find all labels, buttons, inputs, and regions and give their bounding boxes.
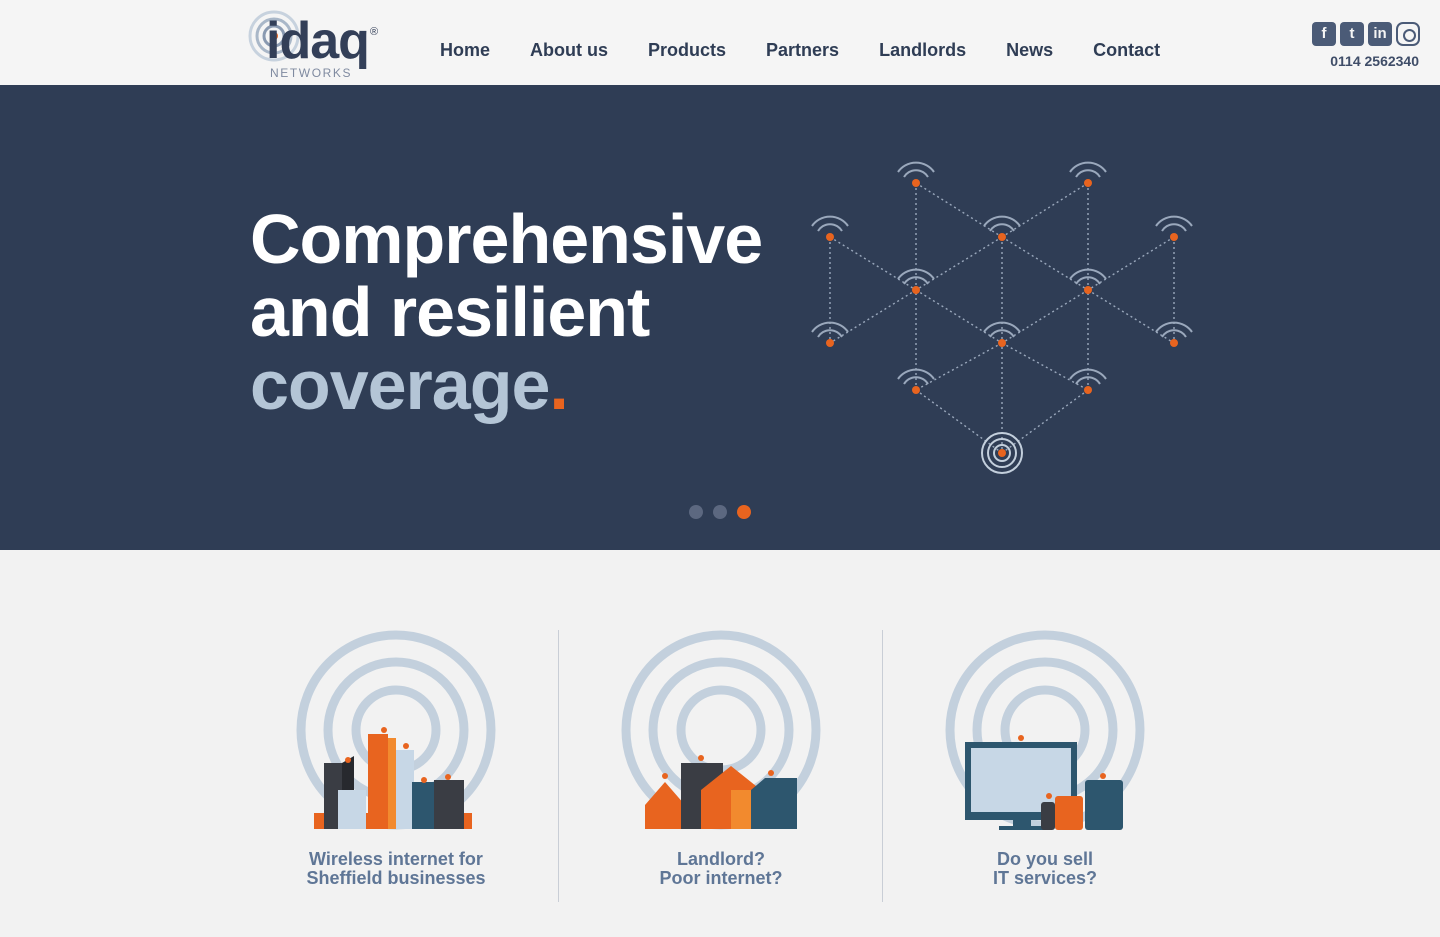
phone-number[interactable]: 0114 2562340 bbox=[1330, 53, 1419, 69]
feature-card-it-services[interactable]: Do you sell IT services? bbox=[882, 630, 1206, 902]
headline-line-3: coverage bbox=[250, 346, 550, 424]
nav-about-us[interactable]: About us bbox=[530, 38, 608, 62]
nav-contact[interactable]: Contact bbox=[1093, 38, 1160, 62]
caption-line-1: Landlord? bbox=[677, 849, 765, 869]
devices-icon bbox=[945, 630, 1145, 830]
houses-icon bbox=[621, 630, 821, 830]
hero-headline: Comprehensive and resilient coverage. bbox=[250, 200, 763, 424]
nav-home[interactable]: Home bbox=[440, 38, 490, 62]
feature-caption-it-services: Do you sell IT services? bbox=[883, 850, 1207, 888]
site-header: idaq ® NETWORKS Home About us Products P… bbox=[0, 0, 1440, 85]
nav-landlords[interactable]: Landlords bbox=[879, 38, 966, 62]
carousel-dots bbox=[689, 505, 751, 519]
carousel-dot-3[interactable] bbox=[737, 505, 751, 519]
feature-cards: Wireless internet for Sheffield business… bbox=[234, 630, 1206, 902]
nav-news[interactable]: News bbox=[1006, 38, 1053, 62]
social-links: f t in bbox=[1312, 22, 1420, 46]
instagram-icon[interactable] bbox=[1396, 22, 1420, 46]
caption-line-2: IT services? bbox=[992, 868, 1098, 888]
caption-line-2: Poor internet? bbox=[659, 868, 783, 888]
carousel-dot-1[interactable] bbox=[689, 505, 703, 519]
mesh-network-illustration bbox=[811, 161, 1193, 474]
linkedin-icon[interactable]: in bbox=[1368, 22, 1392, 46]
idaq-logo[interactable]: idaq ® NETWORKS bbox=[248, 6, 388, 80]
caption-line-2: Sheffield businesses bbox=[306, 868, 486, 888]
feature-caption-landlords: Landlord? Poor internet? bbox=[559, 850, 883, 888]
main-nav: Home About us Products Partners Landlord… bbox=[440, 38, 1200, 62]
caption-line-1: Do you sell bbox=[996, 849, 1094, 869]
nav-partners[interactable]: Partners bbox=[766, 38, 839, 62]
headline-dot: . bbox=[549, 346, 568, 424]
headline-line-2: and resilient bbox=[250, 273, 650, 351]
logo-registered: ® bbox=[370, 26, 379, 38]
facebook-icon[interactable]: f bbox=[1312, 22, 1336, 46]
city-buildings-icon bbox=[296, 630, 496, 830]
feature-card-businesses[interactable]: Wireless internet for Sheffield business… bbox=[234, 630, 558, 902]
twitter-icon[interactable]: t bbox=[1340, 22, 1364, 46]
logo-subtitle: NETWORKS bbox=[270, 66, 353, 80]
nav-products[interactable]: Products bbox=[648, 38, 726, 62]
headline-line-1: Comprehensive bbox=[250, 200, 763, 278]
caption-line-1: Wireless internet for bbox=[309, 849, 483, 869]
logo-wordmark: idaq bbox=[266, 12, 370, 70]
carousel-dot-2[interactable] bbox=[713, 505, 727, 519]
hero-banner: Comprehensive and resilient coverage. bbox=[0, 85, 1440, 550]
feature-card-landlords[interactable]: Landlord? Poor internet? bbox=[558, 630, 882, 902]
feature-caption-businesses: Wireless internet for Sheffield business… bbox=[234, 850, 558, 888]
